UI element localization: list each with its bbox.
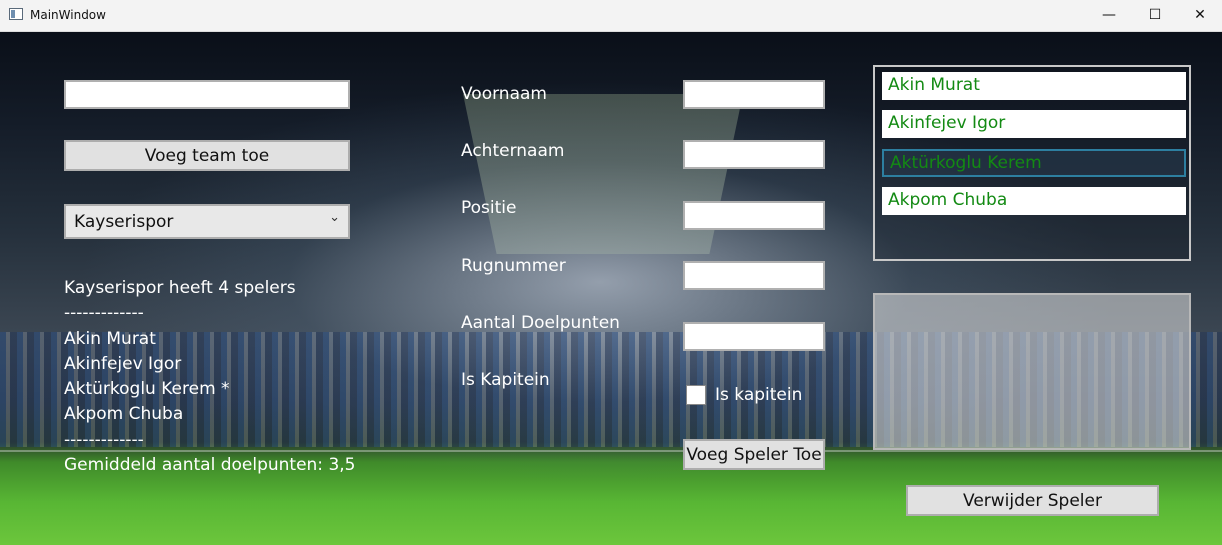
close-button[interactable]: ✕ bbox=[1177, 0, 1222, 31]
team-name-input[interactable] bbox=[64, 80, 350, 109]
app-window-icon bbox=[9, 8, 23, 20]
captain-label: Is Kapitein bbox=[461, 370, 550, 390]
list-item[interactable]: Akin Murat bbox=[882, 72, 1186, 100]
list-item[interactable]: Akinfejev Igor bbox=[882, 110, 1186, 138]
team-summary: Kayserispor heeft 4 spelers -------------… bbox=[64, 276, 355, 478]
title-bar: MainWindow — ☐ ✕ bbox=[0, 0, 1222, 32]
summary-line: Gemiddeld aantal doelpunten: 3,5 bbox=[64, 455, 356, 476]
maximize-button[interactable]: ☐ bbox=[1132, 0, 1178, 31]
chevron-down-icon: ⌄ bbox=[329, 210, 340, 225]
stadium-screen bbox=[463, 94, 743, 254]
captain-checkbox-label[interactable]: Is kapitein bbox=[715, 385, 802, 405]
summary-line: Akinfejev Igor bbox=[64, 353, 182, 374]
list-item[interactable]: Aktürkoglu Kerem bbox=[882, 149, 1186, 177]
position-label: Positie bbox=[461, 198, 517, 218]
summary-line: Kayserispor heeft 4 spelers bbox=[64, 278, 296, 298]
goals-input[interactable] bbox=[683, 322, 825, 351]
team-select[interactable]: Kayserispor ⌄ bbox=[64, 204, 350, 239]
summary-line: Akin Murat bbox=[64, 328, 156, 349]
add-player-button[interactable]: Voeg Speler Toe bbox=[683, 439, 825, 470]
list-item[interactable]: Akpom Chuba bbox=[882, 187, 1186, 215]
summary-line: ------------- bbox=[64, 429, 144, 450]
minimize-button[interactable]: — bbox=[1086, 0, 1132, 31]
summary-line: Aktürkoglu Kerem * bbox=[64, 379, 230, 400]
summary-line: ------------- bbox=[64, 303, 144, 324]
team-select-value: Kayserispor bbox=[74, 212, 174, 232]
player-details-panel bbox=[873, 293, 1191, 450]
stadium-background: Voeg team toe Kayserispor ⌄ Kayserispor … bbox=[0, 32, 1222, 545]
remove-player-button[interactable]: Verwijder Speler bbox=[906, 485, 1159, 516]
number-label: Rugnummer bbox=[461, 256, 566, 276]
firstname-label: Voornaam bbox=[461, 84, 547, 104]
lastname-label: Achternaam bbox=[461, 141, 565, 161]
firstname-input[interactable] bbox=[683, 80, 825, 109]
player-listbox[interactable]: Akin Murat Akinfejev Igor Aktürkoglu Ker… bbox=[873, 65, 1191, 261]
window-title: MainWindow bbox=[30, 8, 106, 22]
goals-label: Aantal Doelpunten bbox=[461, 313, 620, 333]
position-input[interactable] bbox=[683, 201, 825, 230]
number-input[interactable] bbox=[683, 261, 825, 290]
summary-line: Akpom Chuba bbox=[64, 404, 184, 425]
add-team-button[interactable]: Voeg team toe bbox=[64, 140, 350, 171]
lastname-input[interactable] bbox=[683, 140, 825, 169]
captain-checkbox[interactable] bbox=[686, 385, 706, 405]
